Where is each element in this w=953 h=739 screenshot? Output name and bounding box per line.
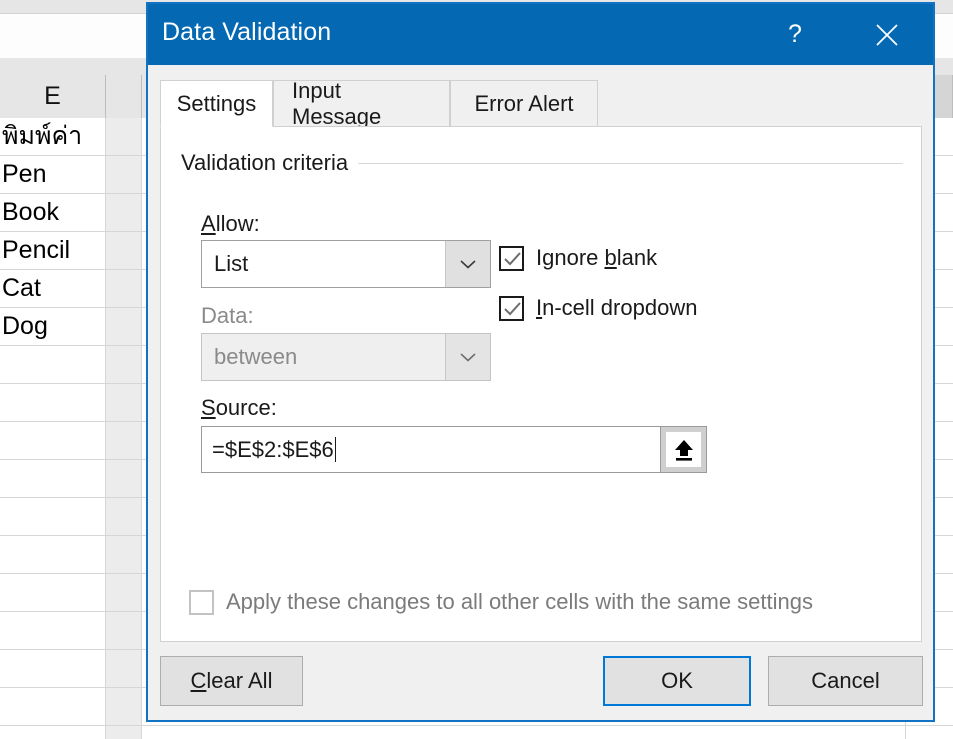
in-cell-dropdown-checkbox-row[interactable]: In-cell dropdown bbox=[499, 295, 697, 321]
worksheet-cell-f[interactable] bbox=[106, 232, 142, 269]
allow-label: Allow: bbox=[201, 211, 260, 237]
apply-all-checkbox-row: Apply these changes to all other cells w… bbox=[189, 589, 813, 615]
ignore-blank-label-post: lank bbox=[616, 245, 658, 270]
worksheet-cell-f[interactable] bbox=[106, 118, 142, 155]
dialog-title: Data Validation bbox=[162, 18, 332, 46]
source-label-accesskey: S bbox=[201, 395, 216, 420]
close-button[interactable] bbox=[855, 4, 919, 65]
source-label-rest: ource: bbox=[215, 395, 277, 420]
clear-all-accesskey: C bbox=[190, 668, 207, 693]
ignore-blank-label: Ignore blank bbox=[536, 245, 657, 271]
data-validation-dialog: Data Validation ? Settings Input Message… bbox=[146, 2, 935, 722]
data-dropdown-arrow bbox=[445, 334, 490, 380]
apply-all-checkbox bbox=[189, 589, 214, 615]
worksheet-cell-f[interactable] bbox=[106, 422, 142, 459]
ok-button-label: OK bbox=[661, 668, 693, 693]
clear-all-label: Clear All bbox=[191, 668, 273, 694]
source-input-value: =$E$2:$E$6 bbox=[212, 436, 334, 462]
worksheet-cell-e[interactable] bbox=[0, 346, 106, 383]
allow-label-accesskey: A bbox=[201, 211, 216, 236]
ignore-blank-checkbox[interactable] bbox=[499, 245, 524, 271]
dialog-titlebar[interactable]: Data Validation ? bbox=[148, 4, 933, 65]
worksheet-cell-f[interactable] bbox=[106, 346, 142, 383]
worksheet-cell-f[interactable] bbox=[106, 460, 142, 497]
worksheet-cell-e[interactable]: Pen bbox=[0, 156, 106, 193]
worksheet-cell-right[interactable] bbox=[905, 726, 953, 739]
allow-dropdown-arrow[interactable] bbox=[445, 241, 490, 287]
tab-input-message[interactable]: Input Message bbox=[273, 77, 450, 129]
worksheet-cell-f[interactable] bbox=[106, 612, 142, 649]
tab-input-message-label: Input Message bbox=[292, 77, 382, 129]
tab-settings[interactable]: Settings bbox=[160, 80, 273, 127]
apply-all-label: Apply these changes to all other cells w… bbox=[226, 589, 813, 614]
ok-button[interactable]: OK bbox=[603, 656, 751, 706]
worksheet-cell-e[interactable] bbox=[0, 536, 106, 573]
chevron-down-icon bbox=[460, 260, 476, 269]
worksheet-cell-e[interactable] bbox=[0, 726, 106, 739]
tab-error-alert-label: Error Alert bbox=[474, 90, 574, 116]
worksheet-cell-f[interactable] bbox=[106, 536, 142, 573]
text-caret bbox=[334, 436, 337, 462]
in-cell-dropdown-label: In-cell dropdown bbox=[536, 295, 697, 321]
data-dropdown-value: between bbox=[214, 344, 298, 369]
worksheet-cell-f[interactable] bbox=[106, 574, 142, 611]
worksheet-cell-f[interactable] bbox=[106, 308, 142, 345]
source-label: Source: bbox=[201, 395, 277, 421]
range-select-icon bbox=[666, 432, 701, 467]
worksheet-row[interactable] bbox=[0, 726, 953, 739]
check-icon bbox=[504, 251, 521, 265]
worksheet-cell-e[interactable] bbox=[0, 498, 106, 535]
worksheet-cell-e[interactable]: พิมพ์ค่า bbox=[0, 118, 106, 155]
data-dropdown: between bbox=[201, 333, 491, 381]
worksheet-cell-e[interactable] bbox=[0, 384, 106, 421]
worksheet-cell-f[interactable] bbox=[106, 384, 142, 421]
worksheet-cell-f[interactable] bbox=[106, 270, 142, 307]
check-icon bbox=[504, 301, 521, 315]
column-header-e[interactable]: E bbox=[0, 75, 106, 118]
clear-all-rest: lear All bbox=[206, 668, 273, 693]
tabstrip: Settings Input Message Error Alert bbox=[160, 77, 922, 129]
worksheet-cell-f[interactable] bbox=[106, 688, 142, 725]
worksheet-cell-e[interactable]: Book bbox=[0, 194, 106, 231]
cancel-button-label: Cancel bbox=[811, 668, 880, 693]
close-icon bbox=[874, 22, 900, 48]
ignore-blank-checkbox-row[interactable]: Ignore blank bbox=[499, 245, 657, 271]
worksheet-cell-f[interactable] bbox=[106, 194, 142, 231]
worksheet-cell-e[interactable] bbox=[0, 460, 106, 497]
cancel-button[interactable]: Cancel bbox=[768, 656, 923, 706]
source-input-text: =$E$2:$E$6 bbox=[202, 436, 660, 463]
worksheet-cell-e[interactable] bbox=[0, 574, 106, 611]
worksheet-cell-e[interactable]: Pencil bbox=[0, 232, 106, 269]
chevron-down-icon bbox=[460, 353, 476, 362]
ignore-blank-label-pre: Ignore bbox=[536, 245, 605, 270]
data-label: Data: bbox=[201, 303, 254, 328]
settings-panel: Validation criteria Allow: List Data: be… bbox=[160, 126, 922, 642]
worksheet-cell-e[interactable] bbox=[0, 422, 106, 459]
worksheet-cell-e[interactable] bbox=[0, 650, 106, 687]
worksheet-cell-f[interactable] bbox=[106, 650, 142, 687]
allow-label-rest: llow: bbox=[215, 211, 260, 236]
column-header-f[interactable] bbox=[106, 75, 142, 118]
tab-error-alert[interactable]: Error Alert bbox=[450, 80, 598, 127]
worksheet-cell-f[interactable] bbox=[106, 156, 142, 193]
worksheet-cell-f[interactable] bbox=[106, 726, 142, 739]
in-cell-dropdown-checkbox[interactable] bbox=[499, 295, 524, 321]
source-input[interactable]: =$E$2:$E$6 bbox=[201, 426, 707, 473]
range-select-button[interactable] bbox=[660, 426, 707, 473]
tab-settings-label: Settings bbox=[176, 90, 257, 116]
allow-dropdown[interactable]: List bbox=[201, 240, 491, 288]
worksheet-cell-e[interactable]: Cat bbox=[0, 270, 106, 307]
worksheet-cell-e[interactable] bbox=[0, 688, 106, 725]
allow-dropdown-value: List bbox=[214, 251, 249, 276]
worksheet-cell-e[interactable] bbox=[0, 612, 106, 649]
validation-criteria-label: Validation criteria bbox=[181, 150, 359, 176]
ignore-blank-label-accesskey: b bbox=[604, 245, 617, 270]
in-cell-dropdown-label-post: n-cell dropdown bbox=[542, 295, 698, 320]
worksheet-cell-f[interactable] bbox=[106, 498, 142, 535]
screen: E พิมพ์ค่า Pen Book Pencil Cat Dog Data Valid… bbox=[0, 0, 953, 739]
worksheet-cell-e[interactable]: Dog bbox=[0, 308, 106, 345]
help-button[interactable]: ? bbox=[763, 4, 827, 65]
clear-all-button[interactable]: Clear All bbox=[160, 656, 303, 706]
